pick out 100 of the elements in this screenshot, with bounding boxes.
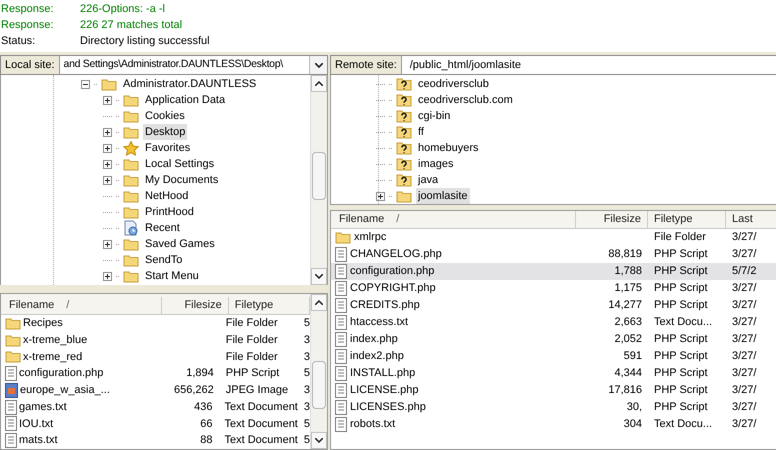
tree-item[interactable]: Administrator.DAUNTLESS <box>121 76 258 92</box>
table-cell-text: 5 <box>302 416 310 432</box>
file-name[interactable]: x-treme_blue <box>23 332 88 348</box>
file-name[interactable]: configuration.php <box>19 365 104 382</box>
tree-item[interactable]: Saved Games <box>143 236 217 252</box>
expand-toggle[interactable] <box>103 144 112 152</box>
tree-item[interactable]: java <box>416 172 440 188</box>
tree-item[interactable]: Start Menu <box>143 268 201 284</box>
folder-icon <box>123 94 139 106</box>
file-size: 88,819 <box>607 247 643 262</box>
file-name[interactable]: games.txt <box>19 398 67 416</box>
file-name[interactable]: europe_w_asia_... <box>20 382 110 399</box>
modified-date: 3/27/ <box>731 400 756 416</box>
column-header[interactable]: Filesize <box>162 296 229 314</box>
column-header[interactable]: Last <box>726 211 776 228</box>
table-cell-text: 5 <box>302 433 310 448</box>
file-name[interactable]: robots.txt <box>350 416 396 433</box>
table-cell-text: 5 <box>302 316 310 332</box>
tree-item[interactable]: Desktop <box>143 124 188 140</box>
question-folder-icon <box>396 93 412 107</box>
file-name[interactable]: htaccess.txt <box>350 314 408 331</box>
file-type: PHP Script <box>653 247 709 262</box>
expand-toggle[interactable] <box>376 192 385 200</box>
tree-item[interactable]: PrintHood <box>143 204 196 220</box>
tree-item[interactable]: homebuyers <box>416 140 481 156</box>
modified-date: 3/27/ <box>731 366 756 382</box>
file-name[interactable]: COPYRIGHT.php <box>350 280 436 297</box>
question-folder-icon <box>396 125 412 139</box>
file-size: 66 <box>199 416 214 432</box>
file-type: PHP Script <box>224 366 280 382</box>
tree-item[interactable]: ceodriversclub.com <box>416 92 515 108</box>
file-name[interactable]: index2.php <box>350 348 404 365</box>
question-folder-icon <box>396 77 412 91</box>
expand-toggle[interactable] <box>103 240 112 248</box>
text-file-icon <box>335 417 347 432</box>
file-name[interactable]: Recipes <box>23 315 63 332</box>
file-size: 17,816 <box>607 383 643 398</box>
modified-date: 5/7/2 <box>731 264 756 280</box>
tree-item[interactable]: images <box>416 156 456 172</box>
tree-item[interactable]: SendTo <box>143 252 184 268</box>
scrollbar[interactable] <box>310 294 327 449</box>
expand-toggle[interactable] <box>103 176 112 184</box>
modified-date: 3/27/ <box>731 383 756 398</box>
file-name[interactable]: INSTALL.php <box>350 365 416 382</box>
file-type: File Folder <box>653 230 707 246</box>
folder-icon <box>123 158 139 170</box>
file-name[interactable]: index.php <box>350 331 398 348</box>
file-type: PHP Script <box>653 264 709 280</box>
file-name[interactable]: CHANGELOG.php <box>350 246 442 263</box>
file-name[interactable]: CREDITS.php <box>350 297 420 314</box>
tree-item[interactable]: My Documents <box>143 172 220 188</box>
file-name[interactable]: configuration.php <box>350 263 434 280</box>
sort-indicator: / <box>66 298 70 314</box>
modified-date: 3/27/ <box>731 417 756 432</box>
question-folder-icon <box>396 109 412 123</box>
scrollbar-thumb[interactable] <box>312 152 326 200</box>
file-size: 14,277 <box>607 298 643 314</box>
folder-icon <box>123 206 139 218</box>
file-name[interactable]: xmlrpc <box>354 229 386 246</box>
file-type: JPEG Image <box>224 383 290 398</box>
file-type: PHP Script <box>653 298 709 314</box>
file-name[interactable]: IOU.txt <box>19 416 54 432</box>
expand-toggle[interactable] <box>103 96 112 104</box>
column-header[interactable]: Filetype <box>648 211 726 228</box>
expand-toggle[interactable] <box>103 128 112 136</box>
tree-item[interactable]: ff <box>416 124 426 140</box>
question-folder-icon <box>396 141 412 155</box>
file-type: Text Document <box>224 416 298 432</box>
file-name[interactable]: LICENSES.php <box>350 399 426 416</box>
tree-item[interactable]: Cookies <box>143 108 187 124</box>
tree-item[interactable]: NetHood <box>143 188 190 204</box>
tree-item[interactable]: Local Settings <box>143 156 216 172</box>
scrollbar[interactable] <box>310 75 327 285</box>
column-header[interactable]: Filename <box>9 297 54 314</box>
tree-item[interactable]: Favorites <box>143 140 192 156</box>
file-size: 30, <box>626 400 643 416</box>
text-file-icon <box>5 366 17 382</box>
scrollbar-thumb[interactable] <box>312 361 326 409</box>
tree-item[interactable]: Application Data <box>143 92 228 108</box>
file-type: PHP Script <box>653 349 709 364</box>
file-type: Text Document <box>224 400 298 415</box>
expand-toggle[interactable] <box>103 160 112 168</box>
collapse-toggle[interactable] <box>81 80 90 88</box>
tree-item[interactable]: Recent <box>143 220 182 236</box>
tree-item[interactable]: cgi-bin <box>416 108 452 124</box>
tree-item[interactable]: joomlasite <box>416 188 470 204</box>
folder-icon <box>123 110 139 122</box>
table-cell-text: 5 <box>302 366 310 382</box>
file-name[interactable]: mats.txt <box>19 432 58 449</box>
column-header[interactable]: Filename <box>339 211 384 228</box>
tree-item[interactable]: ceodriversclub <box>416 76 491 92</box>
file-name[interactable]: LICENSE.php <box>350 382 418 399</box>
folder-icon <box>123 126 139 138</box>
text-file-icon <box>335 281 347 296</box>
text-file-icon <box>5 400 17 415</box>
folder-icon <box>335 231 351 244</box>
expand-toggle[interactable] <box>103 272 112 280</box>
file-name[interactable]: x-treme_red <box>23 348 82 366</box>
column-header[interactable]: Filesize <box>576 211 648 228</box>
text-file-icon <box>335 400 347 415</box>
